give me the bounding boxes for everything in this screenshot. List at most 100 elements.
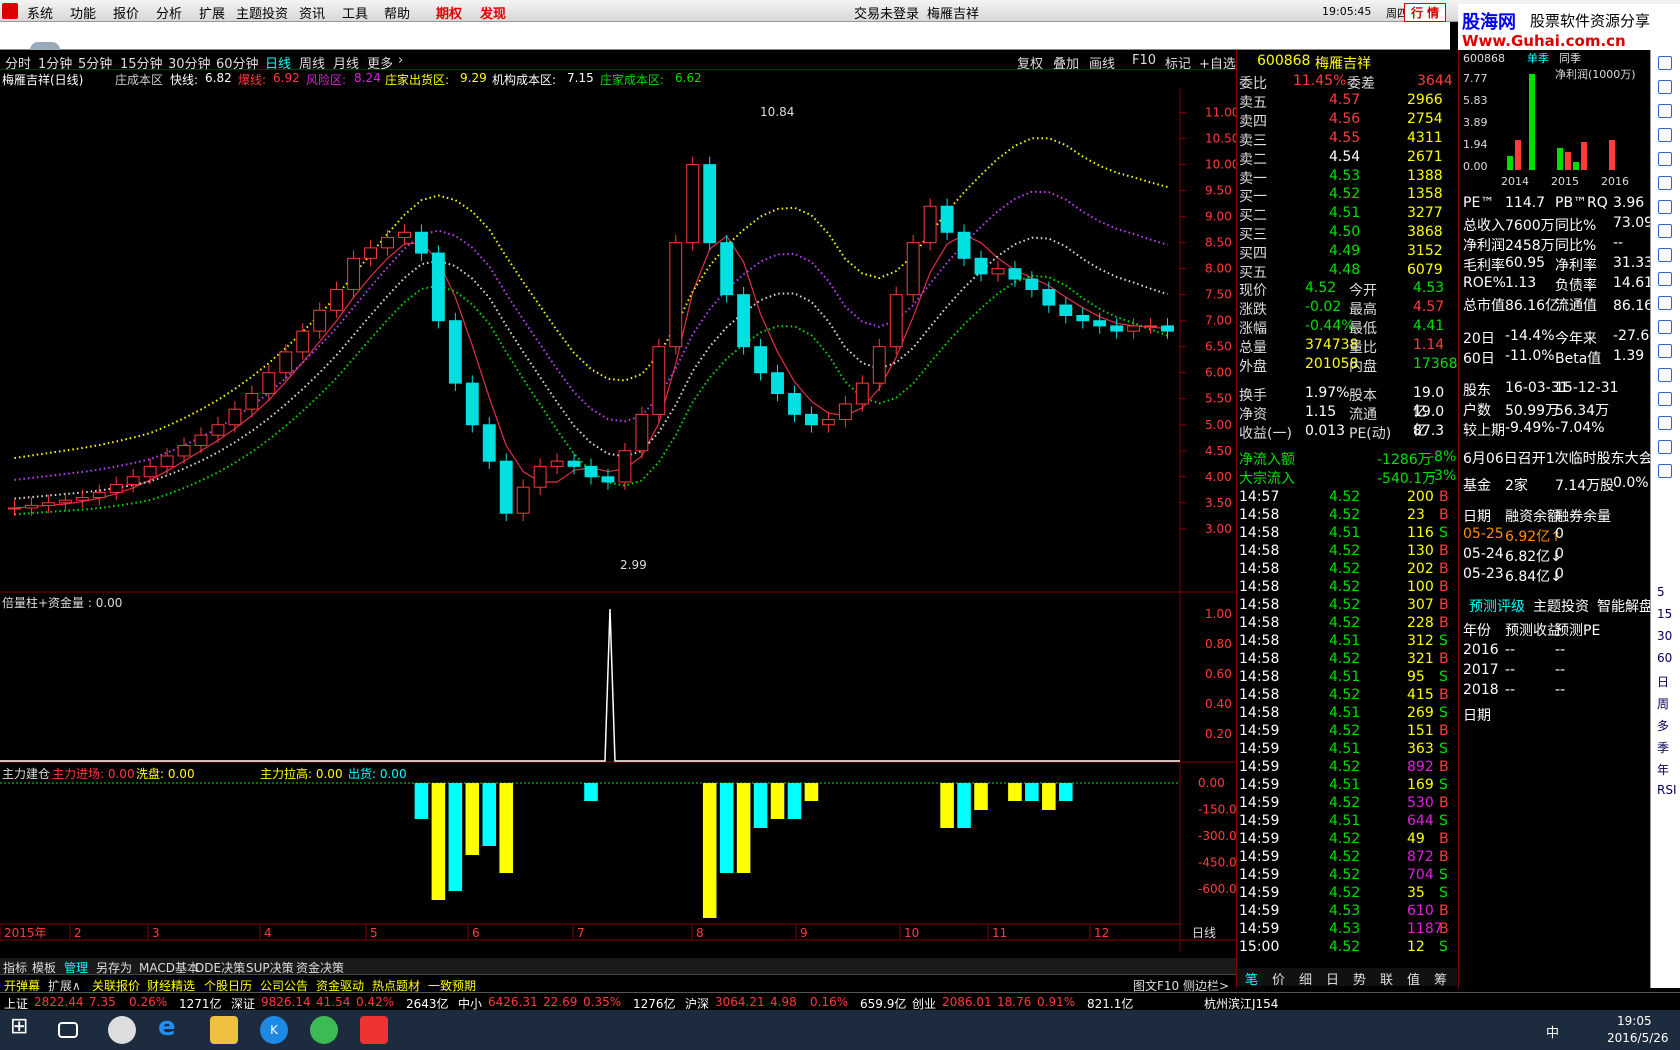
ticker-item[interactable]: 0.42% [356,995,394,1009]
task-view-icon[interactable] [58,1022,78,1038]
side-tool-icon[interactable] [1658,224,1672,238]
menu-item-system[interactable]: 系统 [27,3,53,22]
ticker-item[interactable]: 41.54 [316,995,350,1009]
period-tab[interactable]: 更多 [367,53,393,72]
side-period-button[interactable]: 多 [1657,717,1669,734]
side-period-button[interactable]: 季 [1657,739,1669,756]
toolbar-add-favorite[interactable]: +自选 [1199,53,1236,72]
side-tool-icon[interactable] [1658,440,1672,454]
ticker-item[interactable]: 4.98 [770,995,797,1009]
toolbar-overlay[interactable]: 叠加 [1053,53,1079,72]
ticker-item[interactable]: 7.35 [89,995,116,1009]
fund-tab[interactable]: 主题投资 [1533,596,1589,616]
side-period-button[interactable]: 日 [1657,673,1669,690]
app-icon[interactable] [108,1016,136,1044]
toolbar-restore-rights[interactable]: 复权 [1017,53,1043,72]
side-tool-icon[interactable] [1658,344,1672,358]
quote-tab[interactable]: 日 [1326,969,1339,988]
side-tool-icon[interactable] [1658,80,1672,94]
period-tab[interactable]: 月线 [333,53,359,72]
toolbar-f10[interactable]: F10 [1132,53,1156,68]
hangqing-button[interactable]: 行 情 [1404,3,1447,22]
menu-item-news[interactable]: 资讯 [299,3,325,22]
period-tab[interactable]: 5分钟 [78,53,112,72]
quote-tab[interactable]: 联 [1380,969,1393,988]
period-tab[interactable]: 1分钟 [38,53,72,72]
ticker-item[interactable]: 0.91% [1037,995,1075,1009]
toolbar-draw[interactable]: 画线 [1089,53,1115,72]
period-tab[interactable]: 30分钟 [168,53,211,72]
command-bar[interactable] [0,22,1450,50]
file-explorer-icon[interactable] [210,1016,238,1044]
stock-app-icon[interactable] [360,1016,388,1044]
side-tool-icon[interactable] [1658,464,1672,478]
side-period-button[interactable]: 60 [1657,651,1672,665]
ticker-item[interactable]: 0.26% [129,995,167,1009]
ticker-item[interactable]: 3064.21 [715,995,765,1009]
ticker-item[interactable]: 9826.14 [261,995,311,1009]
ticker-item[interactable]: 2822.44 [34,995,84,1009]
quote-tab[interactable]: 值 [1407,969,1420,988]
ticker-item[interactable]: 0.35% [583,995,621,1009]
menu-item-analysis[interactable]: 分析 [156,3,182,22]
quote-tab[interactable]: 笔 [1245,969,1258,988]
side-period-button[interactable]: 15 [1657,607,1672,621]
menu-item-discover[interactable]: 发现 [480,3,506,22]
watermark-logo: 股海网 股票软件资源分享 Www.Guhai.com.cn [1458,4,1680,50]
side-tool-icon[interactable] [1658,416,1672,430]
side-tool-icon[interactable] [1658,176,1672,190]
shareholder-notice[interactable]: 6月06日召开1次临时股东大会 [1463,448,1653,468]
side-tool-icon[interactable] [1658,392,1672,406]
ticker-item[interactable]: 18.76 [997,995,1031,1009]
menu-item-theme[interactable]: 主题投资 [236,3,288,22]
menu-item-extend[interactable]: 扩展 [199,3,225,22]
menu-item-help[interactable]: 帮助 [384,3,410,22]
period-tab[interactable]: 60分钟 [216,53,259,72]
fund-tab[interactable]: 智能解盘 [1597,596,1653,616]
menu-item-function[interactable]: 功能 [70,3,96,22]
period-tab-active[interactable]: 日线 [265,53,291,72]
quote-tab[interactable]: 细 [1299,969,1312,988]
side-tool-icon[interactable] [1658,272,1672,286]
side-period-button[interactable]: 年 [1657,761,1669,778]
side-tool-icon[interactable] [1658,200,1672,214]
k-app-icon[interactable]: K [260,1016,288,1044]
side-tool-icon[interactable] [1658,104,1672,118]
bid-row-cell: 买四 [1239,246,1267,262]
menu-item-quote[interactable]: 报价 [113,3,139,22]
side-period-button[interactable]: RSI [1657,783,1677,797]
login-status[interactable]: 交易未登录 [854,3,919,22]
quote-tab[interactable]: 价 [1272,969,1285,988]
kline-chart[interactable]: 11.00 10.50 10.00 9.50 9.00 8.50 8.00 7.50 7.00 6… [0,89,1236,959]
refresh-app-icon[interactable] [310,1016,338,1044]
side-tool-icon[interactable] [1658,56,1672,70]
side-tool-icon[interactable] [1658,368,1672,382]
ticker-item[interactable]: 0.16% [810,995,848,1009]
ticker-item[interactable]: 22.69 [543,995,577,1009]
quote-tab[interactable]: 势 [1353,969,1366,988]
side-period-button[interactable]: 周 [1657,695,1669,712]
windows-start-icon[interactable]: ⊞ [10,1014,38,1042]
side-tool-icon[interactable] [1658,248,1672,262]
ticker-item[interactable]: 6426.31 [488,995,538,1009]
menu-item-option[interactable]: 期权 [436,3,462,22]
tick-row-cell: 4.51 [1329,741,1361,757]
period-tab[interactable]: 分时 [5,53,31,72]
edge-browser-icon[interactable]: e [158,1012,186,1042]
toolbar-mark[interactable]: 标记 [1165,53,1191,72]
side-tool-icon[interactable] [1658,296,1672,310]
fund-tab[interactable]: 预测评级 [1469,596,1525,616]
fast-label: 快线: [170,73,199,87]
side-period-button[interactable]: 5 [1657,585,1665,599]
tray-lang[interactable]: 中 [1546,1022,1559,1041]
side-period-button[interactable]: 30 [1657,629,1672,643]
ticker-item[interactable]: 2086.01 [942,995,992,1009]
period-tab[interactable]: 周线 [299,53,325,72]
side-tool-icon[interactable] [1658,128,1672,142]
quote-tab[interactable]: 筹 [1434,969,1447,988]
chevron-right-icon[interactable]: › [398,53,403,68]
side-tool-icon[interactable] [1658,152,1672,166]
period-tab[interactable]: 15分钟 [120,53,163,72]
side-tool-icon[interactable] [1658,320,1672,334]
menu-item-tools[interactable]: 工具 [342,3,368,22]
